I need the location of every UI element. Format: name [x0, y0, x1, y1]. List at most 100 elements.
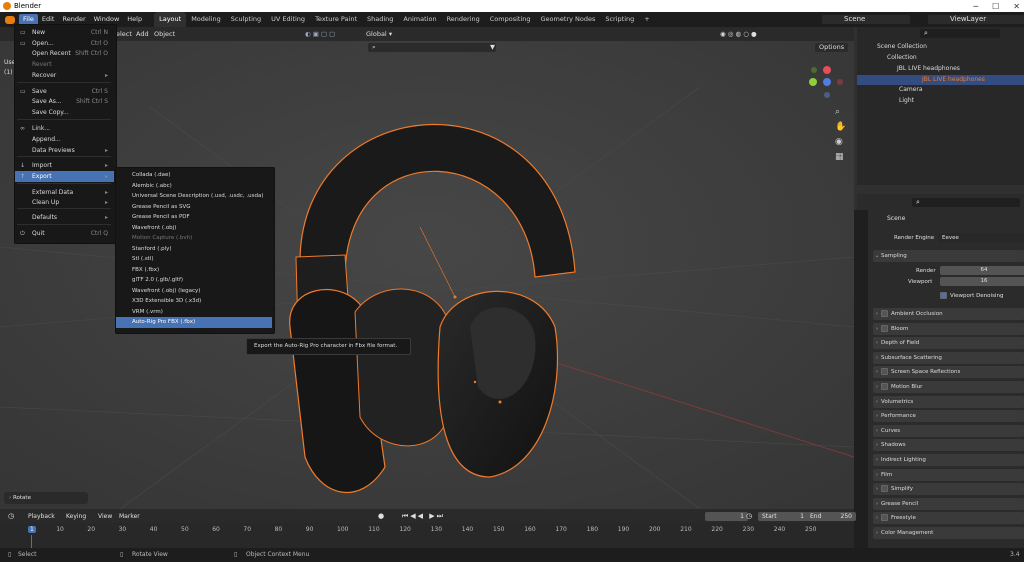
panel-shadows[interactable]: › Shadows [873, 439, 1024, 452]
tab-geometry-nodes[interactable]: Geometry Nodes [536, 12, 601, 27]
file-menu-item-new[interactable]: ▭ New Ctrl N [15, 27, 114, 38]
panel-motion-blur[interactable]: › Motion Blur [873, 381, 1024, 393]
export-item-x3d-extensible-3d-x3d[interactable]: X3D Extensible 3D (.x3d) [116, 296, 272, 307]
panel-checkbox[interactable] [881, 383, 888, 390]
file-menu-item-link[interactable]: ∞ Link... [15, 123, 114, 134]
export-item-stanford-ply[interactable]: Stanford (.ply) [116, 244, 272, 255]
tab-scripting[interactable]: Scripting [600, 12, 639, 27]
scene-selector[interactable]: Scene [822, 15, 910, 24]
export-item-wavefront-obj-legacy[interactable]: Wavefront (.obj) (legacy) [116, 286, 272, 297]
panel-bloom[interactable]: › Bloom [873, 322, 1024, 335]
pan-hand-icon[interactable]: ✋ [835, 122, 846, 132]
panel-simplify[interactable]: › Simplify [873, 483, 1024, 496]
outliner-search-input[interactable]: ⌕ [920, 29, 1000, 38]
playback-menu[interactable]: Playback [28, 513, 55, 520]
playhead[interactable] [31, 535, 32, 548]
view-menu[interactable]: View [98, 513, 112, 520]
blender-menu-icon[interactable] [5, 15, 15, 24]
render-samples-field[interactable]: 64 [940, 266, 1024, 275]
render-engine-select[interactable]: Eevee [938, 233, 1024, 243]
panel-sampling[interactable]: ⌄ Sampling [873, 250, 1024, 262]
shading-mode-icons[interactable]: ◉ ◎ ◍ ○ ● [720, 30, 757, 39]
keying-menu[interactable]: Keying [66, 513, 86, 520]
maximize-button[interactable]: ☐ [992, 2, 999, 11]
zoom-icon[interactable]: ⌕ [835, 107, 840, 117]
camera-view-icon[interactable]: ◉ [835, 137, 843, 147]
file-menu-item-data-previews[interactable]: Data Previews ▸ [15, 145, 114, 156]
file-menu-item-import[interactable]: ↓ Import ▸ [15, 160, 114, 171]
file-menu-item-export[interactable]: ↑ Export ▸ [15, 171, 114, 182]
panel-volumetrics[interactable]: › Volumetrics [873, 395, 1024, 408]
panel-checkbox[interactable] [881, 324, 888, 332]
panel-performance[interactable]: › Performance [873, 410, 1024, 423]
marker-menu[interactable]: Marker [119, 513, 140, 520]
record-icon[interactable]: ● [378, 512, 384, 520]
tab-animation[interactable]: Animation [398, 12, 441, 27]
file-menu-item-recover[interactable]: Recover ▸ [15, 70, 114, 81]
tab-sculpting[interactable]: Sculpting [226, 12, 266, 27]
panel-freestyle[interactable]: › Freestyle [873, 512, 1024, 525]
file-menu-item-save-copy[interactable]: Save Copy... [15, 107, 114, 118]
end-frame-field[interactable]: End 250 [806, 512, 856, 521]
outliner-scene-collection[interactable]: Scene Collection [857, 42, 1024, 52]
panel-screen-space-reflections[interactable]: › Screen Space Reflections [873, 366, 1024, 379]
select-mode-icons[interactable]: ◐ ▣ ▢ ▢ [305, 30, 335, 39]
file-menu-item-save-as[interactable]: Save As... Shift Ctrl S [15, 96, 114, 107]
add-workspace-button[interactable]: + [639, 12, 654, 27]
panel-curves[interactable]: › Curves [873, 424, 1024, 437]
properties-search-input[interactable]: ⌕ [912, 198, 1020, 207]
outliner-item-camera[interactable]: Camera [857, 85, 1024, 95]
panel-subsurface-scattering[interactable]: › Subsurface Scattering [873, 351, 1024, 364]
panel-indirect-lighting[interactable]: › Indirect Lighting [873, 454, 1024, 466]
viewlayer-selector[interactable]: ViewLayer [928, 15, 1024, 24]
file-menu-item-revert[interactable]: Revert [15, 59, 114, 70]
menu-help[interactable]: Help [123, 12, 146, 27]
file-menu-item-append[interactable]: Append... [15, 134, 114, 145]
minimize-button[interactable]: ─ [973, 2, 978, 11]
tab-compositing[interactable]: Compositing [485, 12, 536, 27]
start-frame-field[interactable]: Start 1 [758, 512, 808, 521]
outliner-item-headphones-object[interactable]: JBL LIVE headphones [857, 75, 1024, 85]
ortho-grid-icon[interactable]: ▦ [835, 152, 844, 162]
panel-checkbox[interactable] [881, 368, 888, 376]
export-item-motion-capture-bvh[interactable]: Motion Capture (.bvh) [116, 233, 272, 244]
current-frame-field[interactable]: 1 [705, 512, 748, 521]
select-menu[interactable]: elect [116, 30, 132, 39]
export-item-grease-pencil-as-svg[interactable]: Grease Pencil as SVG [116, 202, 272, 213]
filter-icon[interactable]: ▼ [490, 43, 495, 52]
export-item-universal-scene-description-usd-usdc-usda[interactable]: Universal Scene Description (.usd, .usdc… [116, 191, 272, 202]
export-item-alembic-abc[interactable]: Alembic (.abc) [116, 181, 272, 192]
close-button[interactable]: ✕ [1013, 2, 1020, 11]
export-item-grease-pencil-as-pdf[interactable]: Grease Pencil as PDF [116, 212, 272, 223]
outliner-item-headphones[interactable]: JBL LIVE headphones [857, 64, 1024, 74]
outliner-collection[interactable]: Collection [857, 53, 1024, 63]
file-menu-item-open-recent[interactable]: Open Recent Shift Ctrl O [15, 48, 114, 59]
export-item-collada-dae[interactable]: Collada (.dae) [116, 170, 272, 181]
object-menu[interactable]: Object [154, 30, 175, 39]
tab-texture-paint[interactable]: Texture Paint [310, 12, 362, 27]
export-item-wavefront-obj[interactable]: Wavefront (.obj) [116, 223, 272, 234]
tab-layout[interactable]: Layout [154, 12, 187, 27]
properties-tab-bar[interactable] [854, 210, 868, 550]
panel-checkbox[interactable] [881, 310, 888, 317]
panel-color-management[interactable]: › Color Management [873, 527, 1024, 539]
timeline-area[interactable] [0, 523, 854, 548]
viewport-denoising-checkbox[interactable]: Viewport Denoising [940, 292, 1003, 299]
tab-shading[interactable]: Shading [362, 12, 398, 27]
viewport-samples-field[interactable]: 16 [940, 277, 1024, 286]
viewport-search-input[interactable]: ⌕ [368, 43, 496, 52]
export-item-stl-stl[interactable]: Stl (.stl) [116, 254, 272, 265]
outliner-item-light[interactable]: Light [857, 96, 1024, 106]
tab-uv-editing[interactable]: UV Editing [266, 12, 310, 27]
playback-controls-icon[interactable]: ⏮◀◀ ▶⏭ [402, 512, 445, 521]
transform-orientation-select[interactable]: Global ▾ [362, 30, 397, 39]
export-item-auto-rig-pro-fbx-fbx[interactable]: Auto-Rig Pro FBX (.fbx) [116, 317, 272, 328]
file-menu-item-quit[interactable]: ⏻ Quit Ctrl Q [15, 228, 114, 239]
panel-checkbox[interactable] [881, 514, 888, 522]
add-menu[interactable]: Add [136, 30, 149, 39]
last-operator-panel[interactable]: › Rotate [4, 492, 88, 504]
file-menu-item-clean-up[interactable]: Clean Up ▸ [15, 197, 114, 208]
export-item-gltf-2-0-glb-gltf[interactable]: glTF 2.0 (.glb/.gltf) [116, 275, 272, 286]
panel-ambient-occlusion[interactable]: › Ambient Occlusion [873, 308, 1024, 320]
options-button[interactable]: Options [815, 43, 849, 52]
